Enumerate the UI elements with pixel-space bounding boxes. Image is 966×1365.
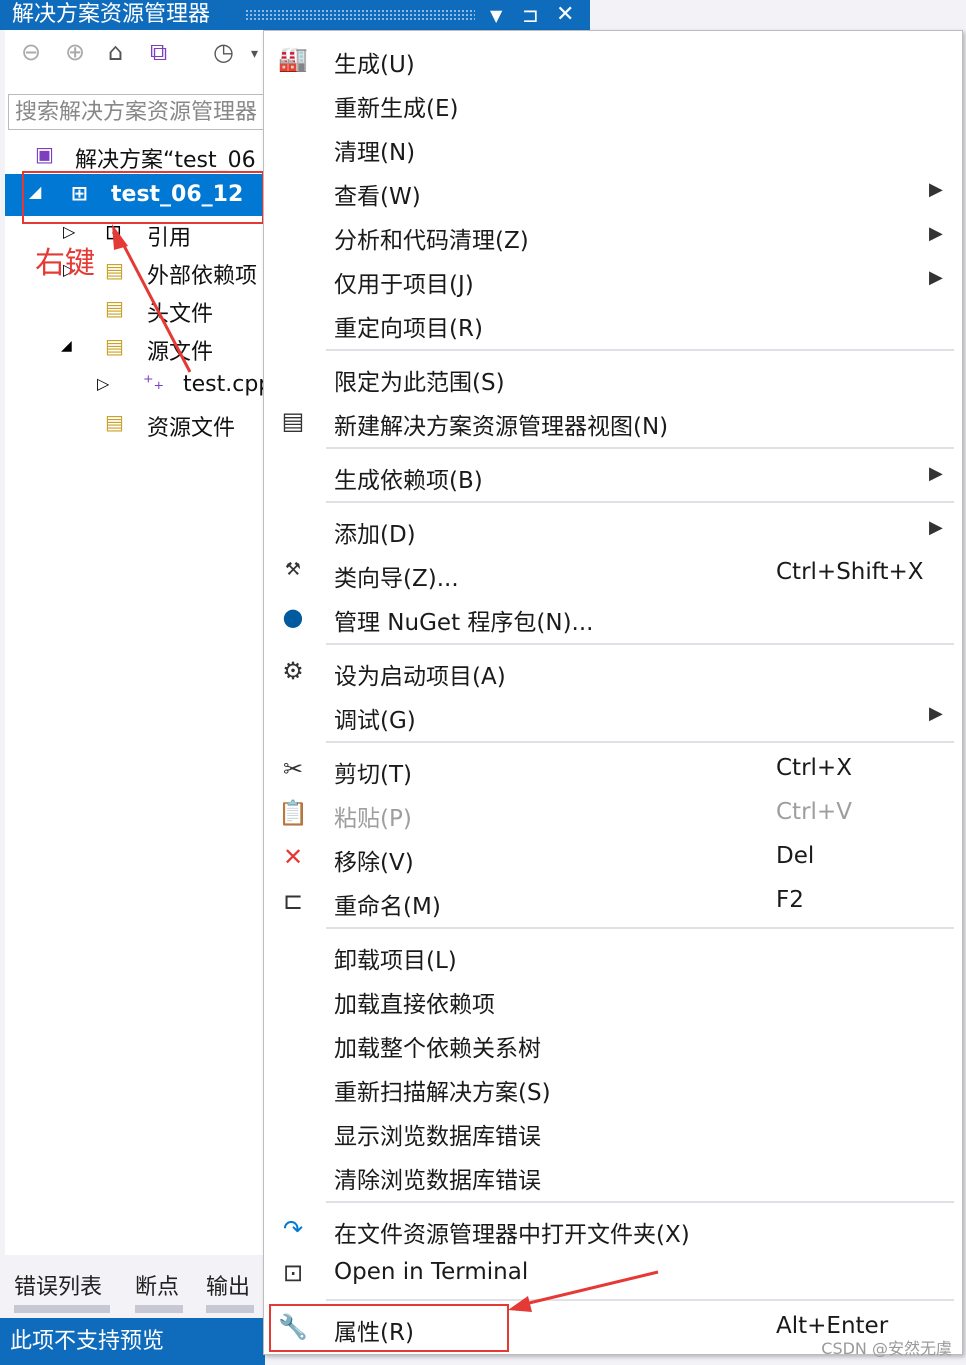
arrow-line-to-properties (524, 1270, 659, 1306)
annotation-arrows (112, 224, 659, 1312)
watermark: CSDN @安然无虞 (821, 1339, 952, 1358)
arrow-head-to-project (112, 224, 128, 250)
arrow-line-to-project (118, 237, 192, 373)
arrow-head-to-properties (508, 1296, 532, 1312)
